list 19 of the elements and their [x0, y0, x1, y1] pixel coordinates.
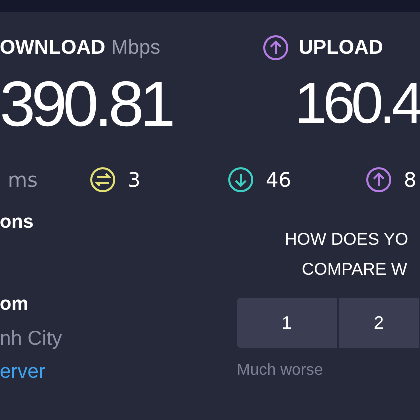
change-server-link[interactable]: erver [0, 361, 46, 384]
server-name: om [0, 294, 28, 316]
scale-label: Much worse [237, 362, 324, 380]
ping-unit: ms [7, 168, 39, 192]
ping-value: 46 [266, 168, 292, 192]
rating-button[interactable]: 2 [339, 298, 419, 348]
unit-label: Mbps [112, 36, 160, 60]
jitter-icon [90, 167, 116, 193]
ping-value: 3 [128, 168, 141, 192]
upload-label: UPLOAD [298, 36, 384, 60]
server-location: nh City [0, 328, 62, 351]
download-label: OWNLOAD [0, 36, 106, 60]
rating-button[interactable]: 1 [237, 298, 337, 348]
question-text: COMPARE W [301, 260, 408, 280]
question-text: HOW DOES YO [284, 230, 408, 250]
section-title: ons [0, 212, 34, 234]
ping-value: 8 [404, 168, 417, 192]
upload-speed: 160.4 [294, 70, 420, 138]
download-speed: 390.81 [0, 67, 174, 142]
